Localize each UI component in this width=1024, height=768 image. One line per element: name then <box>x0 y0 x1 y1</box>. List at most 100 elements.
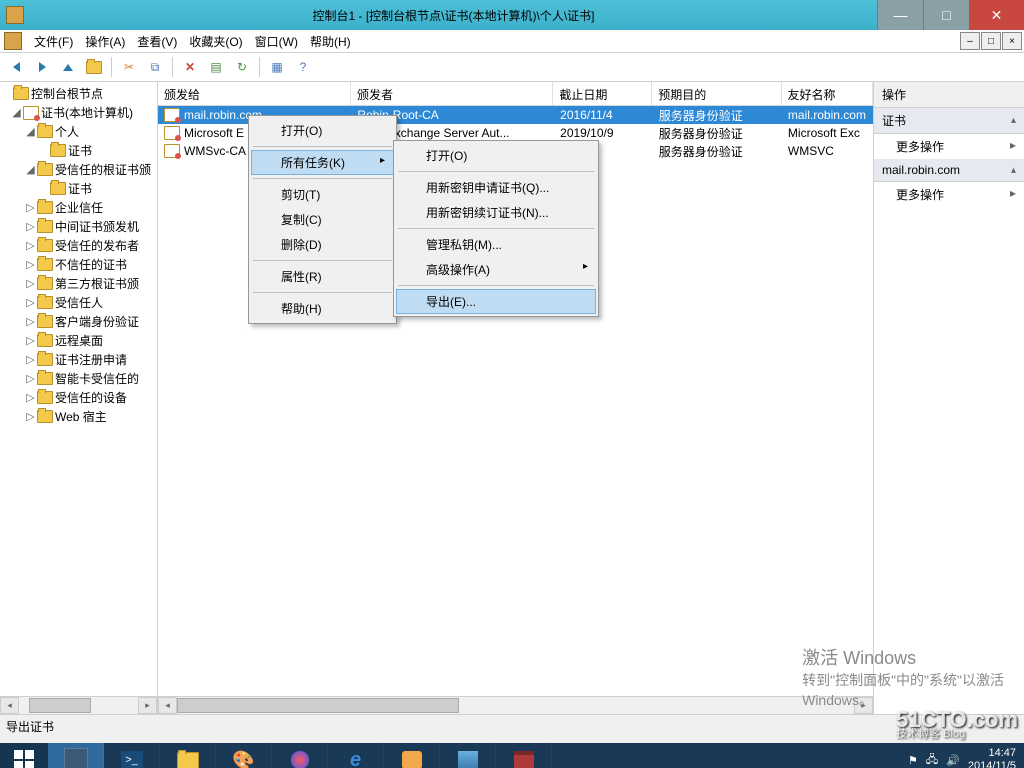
ctx-properties[interactable]: 属性(R) <box>251 264 394 289</box>
server-manager-icon <box>64 748 88 768</box>
menu-separator <box>398 228 594 229</box>
delete-button[interactable]: ✕ <box>178 55 202 79</box>
sub-advanced-operations[interactable]: 高级操作(A) <box>396 257 596 282</box>
maximize-button[interactable]: □ <box>923 0 969 30</box>
start-button[interactable] <box>0 743 48 768</box>
scroll-thumb[interactable] <box>29 698 91 713</box>
scroll-thumb[interactable] <box>177 698 459 713</box>
tree-hscrollbar[interactable]: ◂ ▸ <box>0 696 157 714</box>
app-icon <box>402 751 422 768</box>
folder-icon <box>177 752 199 768</box>
back-button[interactable] <box>4 55 28 79</box>
ctx-help[interactable]: 帮助(H) <box>251 296 394 321</box>
ctx-copy[interactable]: 复制(C) <box>251 207 394 232</box>
tree-item[interactable]: ▷智能卡受信任的 <box>0 369 157 388</box>
list-hscrollbar[interactable]: ◂ ▸ <box>158 696 873 714</box>
forward-button[interactable] <box>30 55 54 79</box>
taskbar-powershell[interactable]: >_ <box>104 743 160 768</box>
tray-flag-icon[interactable]: ⚑ <box>908 754 918 767</box>
ctx-all-tasks[interactable]: 所有任务(K) <box>251 150 394 175</box>
ctx-open[interactable]: 打开(O) <box>251 118 394 143</box>
copy-button[interactable]: ⧉ <box>143 55 167 79</box>
tree-item[interactable]: ▷受信任的发布者 <box>0 236 157 255</box>
tree-item[interactable]: ▷受信任的设备 <box>0 388 157 407</box>
tree-personal-certs[interactable]: 证书 <box>0 141 157 160</box>
ctx-delete[interactable]: 删除(D) <box>251 232 394 257</box>
ctx-cut[interactable]: 剪切(T) <box>251 182 394 207</box>
folder-icon <box>50 144 66 157</box>
tree-item[interactable]: ▷中间证书颁发机 <box>0 217 157 236</box>
help-button[interactable]: ? <box>291 55 315 79</box>
taskbar-app1[interactable] <box>272 743 328 768</box>
actions-more-1[interactable]: 更多操作 ▸ <box>874 134 1024 159</box>
taskbar-server-manager[interactable] <box>48 743 104 768</box>
mdi-window-buttons: – □ × <box>960 32 1022 50</box>
scroll-track[interactable] <box>177 698 854 713</box>
sub-request-new-key[interactable]: 用新密钥申请证书(Q)... <box>396 175 596 200</box>
close-button[interactable]: ✕ <box>969 0 1024 30</box>
refresh-button[interactable]: ↻ <box>230 55 254 79</box>
minimize-button[interactable]: — <box>877 0 923 30</box>
taskbar-paint[interactable]: 🎨 <box>216 743 272 768</box>
tree-item[interactable]: ▷企业信任 <box>0 198 157 217</box>
menu-window[interactable]: 窗口(W) <box>249 31 304 52</box>
taskbar-explorer[interactable] <box>160 743 216 768</box>
tree-item[interactable]: ▷客户端身份验证 <box>0 312 157 331</box>
tree-item[interactable]: ▷Web 宿主 <box>0 407 157 426</box>
taskbar-app2[interactable] <box>384 743 440 768</box>
menu-action[interactable]: 操作(A) <box>79 31 131 52</box>
col-issued-by[interactable]: 颁发者 <box>351 82 553 105</box>
cut-button[interactable]: ✂ <box>117 55 141 79</box>
sub-export[interactable]: 导出(E)... <box>396 289 596 314</box>
tree-item[interactable]: ▷不信任的证书 <box>0 255 157 274</box>
taskbar-app4[interactable] <box>496 743 552 768</box>
sub-open[interactable]: 打开(O) <box>396 143 596 168</box>
tree-item[interactable]: ▷受信任人 <box>0 293 157 312</box>
mdi-minimize[interactable]: – <box>960 32 980 50</box>
col-purpose[interactable]: 预期目的 <box>652 82 781 105</box>
actions-section-certs[interactable]: 证书 <box>874 108 1024 134</box>
mdi-close[interactable]: × <box>1002 32 1022 50</box>
system-tray[interactable]: ⚑ 🖧 🔊 14:47 2014/11/5 <box>900 743 1024 768</box>
scroll-track[interactable] <box>19 698 138 713</box>
menu-view[interactable]: 查看(V) <box>131 31 183 52</box>
tree-pane[interactable]: 控制台根节点 ◢证书(本地计算机) ◢个人 证书 ◢受信任的根证书颁 证书 ▷企… <box>0 82 158 714</box>
col-friendly[interactable]: 友好名称 <box>782 82 873 105</box>
mdi-restore[interactable]: □ <box>981 32 1001 50</box>
tray-network-icon[interactable]: 🖧 <box>926 751 938 768</box>
export-list-button[interactable]: ▦ <box>265 55 289 79</box>
tree-item[interactable]: ▷远程桌面 <box>0 331 157 350</box>
scroll-left-button[interactable]: ◂ <box>158 697 177 714</box>
show-hide-tree-button[interactable] <box>82 55 106 79</box>
refresh-icon: ↻ <box>237 60 247 74</box>
taskbar-app3[interactable] <box>440 743 496 768</box>
tree-item[interactable]: ▷第三方根证书颁 <box>0 274 157 293</box>
tree-personal[interactable]: ◢个人 <box>0 122 157 141</box>
tray-clock[interactable]: 14:47 2014/11/5 <box>968 747 1016 768</box>
col-issued-to[interactable]: 颁发给 <box>158 82 351 105</box>
tree-trusted-root-certs[interactable]: 证书 <box>0 179 157 198</box>
up-button[interactable] <box>56 55 80 79</box>
sub-manage-private-keys[interactable]: 管理私钥(M)... <box>396 232 596 257</box>
tree-item[interactable]: ▷证书注册申请 <box>0 350 157 369</box>
sub-renew-new-key[interactable]: 用新密钥续订证书(N)... <box>396 200 596 225</box>
actions-more-2[interactable]: 更多操作 ▸ <box>874 182 1024 207</box>
properties-button[interactable]: ▤ <box>204 55 228 79</box>
folder-icon <box>37 296 53 309</box>
menu-favorites[interactable]: 收藏夹(O) <box>183 31 248 52</box>
tree-root[interactable]: 控制台根节点 <box>0 84 157 103</box>
list-pane: 颁发给 颁发者 截止日期 预期目的 友好名称 mail.robin.com Ro… <box>158 82 874 714</box>
menu-file[interactable]: 文件(F) <box>28 31 79 52</box>
scroll-right-button[interactable]: ▸ <box>138 697 157 714</box>
actions-section-selection[interactable]: mail.robin.com <box>874 159 1024 182</box>
col-expiry[interactable]: 截止日期 <box>553 82 652 105</box>
tree-trusted-root[interactable]: ◢受信任的根证书颁 <box>0 160 157 179</box>
tray-sound-icon[interactable]: 🔊 <box>946 754 960 767</box>
scroll-right-button[interactable]: ▸ <box>854 697 873 714</box>
taskbar-ie[interactable]: e <box>328 743 384 768</box>
scroll-left-button[interactable]: ◂ <box>0 697 19 714</box>
menu-bar: 文件(F) 操作(A) 查看(V) 收藏夹(O) 窗口(W) 帮助(H) – □… <box>0 30 1024 53</box>
menu-help[interactable]: 帮助(H) <box>304 31 357 52</box>
toolbar-separator <box>111 57 112 77</box>
tree-certs-local[interactable]: ◢证书(本地计算机) <box>0 103 157 122</box>
